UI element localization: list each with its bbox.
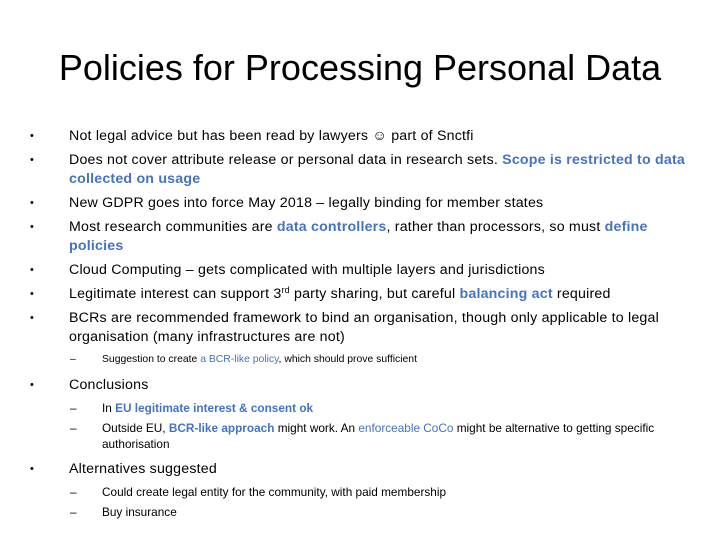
sub-bullet-item: – Could create legal entity for the comm… bbox=[30, 484, 690, 500]
sub-bullet-item: – Suggestion to create a BCR-like policy… bbox=[30, 352, 690, 368]
highlight-text: a BCR-like policy bbox=[200, 354, 279, 365]
text-segment: New GDPR goes into force May 2018 – lega… bbox=[69, 195, 544, 211]
text-segment: Legitimate interest can support 3 bbox=[69, 286, 282, 302]
text-segment: might work. An bbox=[274, 421, 359, 435]
bullet-icon: • bbox=[30, 463, 35, 475]
highlight-text: balancing act bbox=[459, 286, 553, 302]
bullet-item: • Does not cover attribute release or pe… bbox=[30, 151, 690, 189]
text-segment: BCRs are recommended framework to bind a… bbox=[69, 310, 659, 345]
highlight-text: data controllers bbox=[276, 219, 387, 235]
bullet-icon: • bbox=[30, 154, 35, 166]
sub-bullet-item: – In EU legitimate interest & consent ok bbox=[30, 400, 690, 416]
text-segment: Could create legal entity for the commun… bbox=[102, 485, 447, 499]
text-segment: Suggestion to create bbox=[102, 354, 201, 365]
text-segment: Does not cover attribute release or pers… bbox=[69, 152, 503, 168]
text-segment: Alternatives suggested bbox=[69, 461, 217, 477]
highlight-text: enforceable CoCo bbox=[358, 421, 454, 435]
text-segment: party sharing, but careful bbox=[289, 286, 460, 302]
text-segment: Conclusions bbox=[69, 377, 149, 393]
slide: Policies for Processing Personal Data • … bbox=[0, 0, 720, 540]
text-segment: required bbox=[552, 286, 611, 302]
bullet-icon: • bbox=[30, 264, 35, 276]
bullet-item: • Legitimate interest can support 3rd pa… bbox=[30, 285, 690, 304]
bullet-icon: • bbox=[30, 197, 35, 209]
text-segment: part of Snctfi bbox=[387, 128, 474, 144]
bullet-item: • Most research communities are data con… bbox=[30, 218, 690, 256]
bullet-icon: • bbox=[30, 130, 35, 142]
slide-body: • Not legal advice but has been read by … bbox=[30, 127, 690, 524]
superscript-text: rd bbox=[281, 285, 290, 295]
text-segment: , which should prove sufficient bbox=[278, 354, 417, 365]
text-segment: Most research communities are bbox=[69, 219, 277, 235]
dash-icon: – bbox=[70, 485, 77, 499]
bullet-item: • BCRs are recommended framework to bind… bbox=[30, 309, 690, 347]
bullet-item: • Alternatives suggested bbox=[30, 460, 690, 479]
bullet-icon: • bbox=[30, 221, 35, 233]
bullet-item: • Conclusions bbox=[30, 376, 690, 395]
slide-title: Policies for Processing Personal Data bbox=[58, 47, 662, 88]
text-segment: In bbox=[102, 401, 116, 415]
bullet-icon: • bbox=[30, 288, 35, 300]
dash-icon: – bbox=[70, 505, 77, 519]
sub-bullet-item: – Buy insurance bbox=[30, 504, 690, 520]
highlight-text: EU legitimate interest & consent ok bbox=[115, 401, 314, 415]
text-segment: Outside EU, bbox=[102, 421, 169, 435]
dash-icon: – bbox=[70, 401, 77, 415]
bullet-icon: • bbox=[30, 312, 35, 324]
text-segment: , rather than processors, so must bbox=[386, 219, 605, 235]
sub-bullet-item: – Outside EU, BCR-like approach might wo… bbox=[30, 420, 690, 452]
bullet-item: • Cloud Computing – gets complicated wit… bbox=[30, 261, 690, 280]
dash-icon: – bbox=[70, 354, 76, 365]
bullet-icon: • bbox=[30, 379, 35, 391]
bullet-item: • New GDPR goes into force May 2018 – le… bbox=[30, 194, 690, 213]
dash-icon: – bbox=[70, 421, 77, 435]
text-segment: Not legal advice but has been read by la… bbox=[69, 128, 373, 144]
highlight-text: BCR-like approach bbox=[168, 421, 275, 435]
bullet-item: • Not legal advice but has been read by … bbox=[30, 127, 690, 146]
text-segment: Cloud Computing – gets complicated with … bbox=[69, 262, 545, 278]
smiley-icon: ☺ bbox=[372, 128, 388, 144]
text-segment: Buy insurance bbox=[102, 505, 177, 519]
